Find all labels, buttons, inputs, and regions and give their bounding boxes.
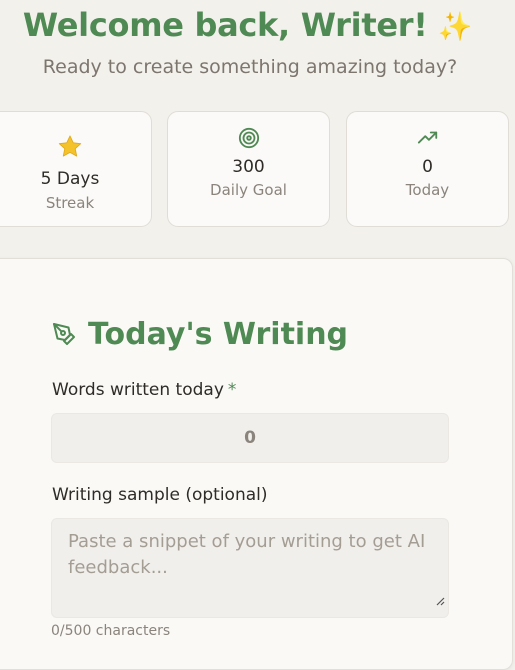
sample-placeholder: Paste a snippet of your writing to get A… [68,531,426,578]
welcome-subtitle: Ready to create something amazing today? [42,56,458,78]
writing-sample-textarea[interactable]: Paste a snippet of your writing to get A… [51,518,449,618]
words-input[interactable]: 0 [51,413,449,463]
character-count: 0/500 characters [51,623,171,639]
pen-nib-icon [52,322,76,346]
sparkles-icon: ✨ [437,10,473,43]
daily-goal-card: 300 Daily Goal [167,111,330,227]
trending-up-icon [347,127,508,149]
streak-value: 5 Days [40,169,100,189]
section-title-text: Today's Writing [88,316,349,352]
star-icon [0,134,151,160]
streak-card: 5 Days Streak [0,111,152,227]
resize-handle-icon[interactable] [435,588,445,614]
today-card: 0 Today [346,111,509,227]
required-marker: * [227,380,237,400]
daily-goal-value: 300 [232,157,265,177]
today-value: 0 [422,157,433,177]
daily-goal-label: Daily Goal [210,181,287,199]
page-title: Welcome back, Writer! ✨ [0,6,495,44]
section-title: Today's Writing [52,314,348,354]
today-label: Today [405,181,450,199]
welcome-title-text: Welcome back, Writer! [22,6,428,44]
words-label-text: Words written today [52,380,224,400]
words-field-label: Words written today * [52,380,236,400]
sample-field-label: Writing sample (optional) [52,485,268,505]
streak-label: Streak [45,194,95,212]
target-icon [168,127,329,149]
